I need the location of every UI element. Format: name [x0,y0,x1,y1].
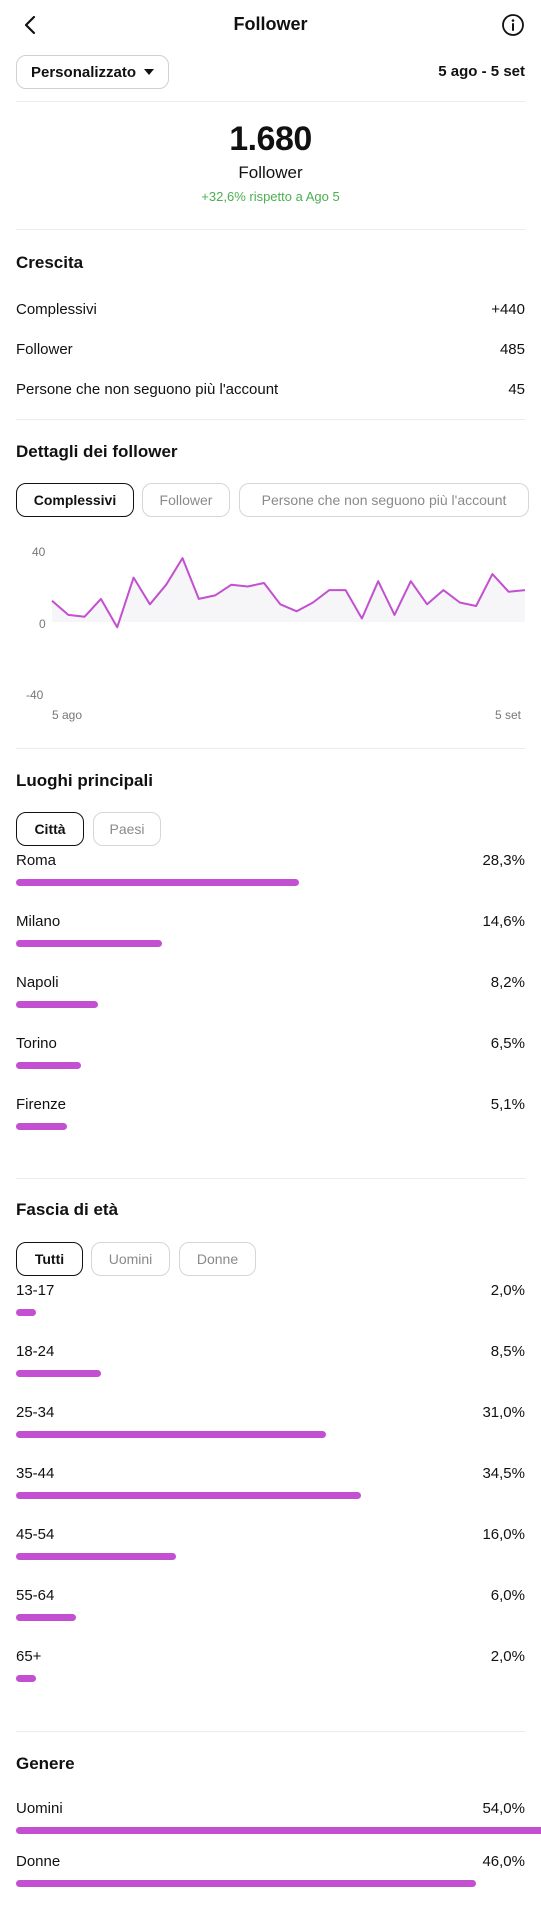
tab-donne[interactable]: Donne [179,1242,256,1276]
place-label: Milano [16,913,61,930]
place-bar [16,1062,81,1069]
divider [16,101,525,102]
age-range-bar [16,1675,36,1682]
places-section-title: Luoghi principali [16,771,153,790]
age-range-bar [16,1492,361,1499]
growth-row-value: +440 [491,301,525,318]
age-range-bar-fill [16,1614,76,1621]
top-bar: Follower [0,0,541,50]
age-range-bar [16,1431,326,1438]
y-tick-label: -40 [26,688,44,702]
x-tick-label: 5 set [495,708,522,722]
gender-bar [16,1880,476,1887]
place-bar-fill [16,879,299,886]
gender-bar [16,1827,541,1834]
place-bar-fill [16,1123,67,1130]
place-value: 6,5% [490,1035,525,1052]
age-range-value: 8,5% [490,1343,525,1360]
divider [16,229,525,230]
place-value: 8,2% [490,974,525,991]
gender-label: Uomini [16,1800,63,1817]
details-section-title: Dettagli dei follower [16,442,178,461]
y-tick-label: 0 [39,617,46,631]
age-range-bar [16,1553,176,1560]
age-range-value: 6,0% [490,1587,525,1604]
age-range-bar [16,1309,36,1316]
age-range-label: 55-64 [16,1587,55,1604]
age-range-bar [16,1370,101,1377]
growth-row-label: Persone che non seguono più l'account [16,381,279,398]
age-range-label: 35-44 [16,1465,55,1482]
place-bar-fill [16,940,162,947]
place-value: 28,3% [482,852,525,869]
divider [16,1731,525,1732]
age-range-bar [16,1614,76,1621]
place-label: Firenze [16,1096,67,1113]
place-value: 14,6% [482,913,525,930]
date-range-text: 5 ago - 5 set [438,63,525,80]
series-area [52,558,525,628]
age-range-label: 45-54 [16,1526,55,1543]
place-bar-fill [16,1001,98,1008]
age-range-label: 25-34 [16,1404,55,1421]
follower-count-label: Follower [238,163,303,182]
place-bar [16,1123,67,1130]
place-label: Napoli [16,974,59,991]
date-range-dropdown[interactable]: Personalizzato [16,55,170,89]
gender-bar-fill [16,1880,476,1887]
gender-bar-fill [16,1827,541,1834]
age-range-value: 16,0% [482,1526,525,1543]
age-range-label: 65+ [16,1648,42,1665]
age-range-bar-fill [16,1370,101,1377]
place-label: Torino [16,1035,57,1052]
tab-citta[interactable]: Città [16,812,84,846]
place-bar [16,940,162,947]
age-range-label: 13-17 [16,1282,55,1299]
tab-complessivi[interactable]: Complessivi [16,483,134,517]
tab-paesi[interactable]: Paesi [93,812,161,846]
divider [16,748,525,749]
age-range-value: 34,5% [482,1465,525,1482]
age-range-value: 2,0% [490,1282,525,1299]
gender-section-title: Genere [16,1754,75,1773]
growth-row-label: Complessivi [16,301,97,318]
age-range-value: 31,0% [482,1404,525,1421]
growth-row-label: Follower [16,341,73,358]
age-range-label: 18-24 [16,1343,55,1360]
gender-value: 54,0% [482,1800,525,1817]
tab-uomini[interactable]: Uomini [91,1242,170,1276]
tab-follower[interactable]: Follower [142,483,230,517]
growth-row-value: 485 [499,341,525,358]
tab-unfollowers[interactable]: Persone che non seguono più l'account [239,483,529,517]
date-range-dropdown-label: Personalizzato [31,63,137,81]
tab-tutti[interactable]: Tutti [16,1242,83,1276]
follower-delta: +32,6% rispetto a Ago 5 [201,189,340,204]
caret-down-icon [144,69,155,75]
age-range-bar-fill [16,1553,176,1560]
x-tick-label: 5 ago [52,708,82,722]
place-bar-fill [16,1062,81,1069]
follower-count: 1.680 [229,120,312,158]
follower-line-chart: 40 0 -40 5 ago 5 set [26,545,526,722]
growth-section-title: Crescita [16,253,84,272]
info-button[interactable] [500,12,526,38]
age-section-title: Fascia di età [16,1200,119,1219]
y-tick-label: 40 [32,545,46,559]
age-range-bar-fill [16,1492,361,1499]
growth-row-value: 45 [508,381,525,398]
info-icon [502,14,524,36]
divider [16,1178,525,1179]
age-range-bar-fill [16,1675,36,1682]
place-bar [16,1001,98,1008]
gender-label: Donne [16,1853,61,1870]
gender-value: 46,0% [482,1853,525,1870]
place-label: Roma [16,852,57,869]
age-range-bar-fill [16,1431,326,1438]
page-title: Follower [233,14,308,34]
place-value: 5,1% [490,1096,525,1113]
place-bar [16,879,299,886]
divider [16,419,525,420]
age-range-value: 2,0% [490,1648,525,1665]
age-range-bar-fill [16,1309,36,1316]
